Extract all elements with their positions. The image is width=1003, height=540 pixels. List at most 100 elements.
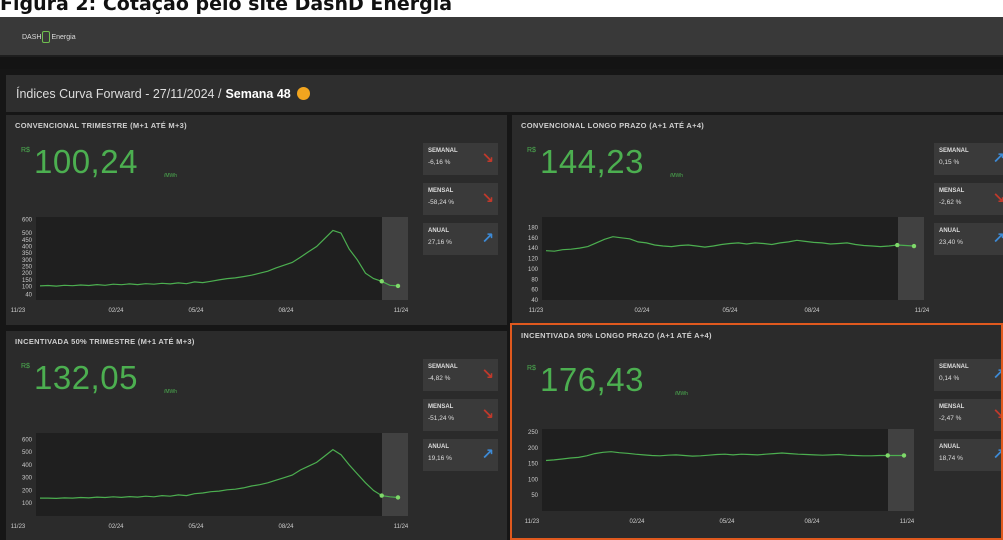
- y-tick-label: 350: [22, 251, 33, 257]
- y-tick-label: 140: [528, 246, 539, 252]
- stat-label: SEMANAL: [939, 148, 969, 154]
- figure-caption: Figura 2: Cotação pelo site DashD Energi…: [0, 0, 453, 15]
- y-tick-label: 100: [22, 285, 33, 291]
- currency-label: R$: [21, 363, 30, 370]
- y-tick-label: 300: [22, 476, 33, 482]
- price-chart: 40 60 80 100 120 140 160 180 11/23 02/24 05/24 08/2…: [528, 217, 930, 314]
- week-label: Semana 48: [225, 86, 291, 101]
- y-tick-label: 600: [22, 437, 33, 443]
- app-header: DASH Energia: [0, 17, 1003, 57]
- price-chart: 100 200 300 400 500 600 11/23 02/24 05/24 08/24 11…: [11, 433, 409, 530]
- price-unit: /MWh: [164, 389, 178, 395]
- y-tick-label: 160: [528, 236, 539, 242]
- currency-label: R$: [21, 147, 30, 154]
- y-tick-label: 500: [22, 231, 33, 237]
- price-unit: /MWh: [675, 391, 689, 397]
- arrow-up-icon: ↗: [992, 367, 1001, 382]
- arrow-down-icon: ↘: [992, 407, 1001, 422]
- currency-label: R$: [527, 365, 536, 372]
- arrow-up-icon: ↗: [992, 149, 1003, 167]
- x-tick-label: 08/24: [804, 519, 820, 525]
- x-tick-label: 05/24: [719, 519, 735, 525]
- x-tick-label: 02/24: [108, 524, 124, 530]
- plot-area: [542, 429, 914, 511]
- stat-weekly: SEMANAL -6,16 % ↘: [423, 143, 498, 175]
- stat-label: MENSAL: [939, 188, 965, 194]
- y-tick-label: 50: [531, 493, 538, 499]
- arrow-down-icon: ↘: [481, 189, 494, 207]
- logo-text-right: Energia: [51, 33, 76, 41]
- panel-convencional-trimestre: CONVENCIONAL TRIMESTRE (M+1 ATÉ M+3) R$ …: [6, 115, 507, 325]
- x-tick-label: 11/24: [394, 308, 409, 314]
- price-unit: /MWh: [670, 173, 684, 179]
- panel-title: INCENTIVADA 50% TRIMESTRE (M+1 ATÉ M+3): [15, 337, 195, 346]
- stat-label: SEMANAL: [428, 364, 458, 370]
- logo-text-left: DASH: [22, 33, 42, 41]
- y-tick-label: 180: [528, 225, 539, 231]
- stat-label: SEMANAL: [428, 148, 458, 154]
- forecast-band: [382, 433, 408, 516]
- stat-value: -6,16 %: [428, 159, 451, 166]
- stat-label: MENSAL: [939, 404, 965, 410]
- data-point: [379, 279, 384, 284]
- y-tick-label: 250: [528, 430, 539, 436]
- price-unit: /MWh: [164, 173, 178, 179]
- app-logo[interactable]: DASH Energia: [22, 29, 76, 45]
- x-tick-label: 11/23: [11, 524, 26, 530]
- y-tick-label: 100: [22, 501, 33, 507]
- price-chart: 50 100 150 200 250 11/23 02/24 05/24 08/24 11/24: [525, 429, 915, 525]
- price-value: 132,05: [34, 359, 138, 396]
- plot-area: [36, 433, 408, 516]
- stat-value: -4,82 %: [428, 375, 451, 382]
- stat-weekly: SEMANAL 0,14 % ↗: [934, 359, 1001, 391]
- stat-label: MENSAL: [428, 404, 454, 410]
- y-tick-label: 60: [531, 288, 538, 294]
- y-tick-label: 80: [531, 277, 538, 283]
- y-tick-label: 40: [25, 293, 32, 299]
- stat-label: SEMANAL: [939, 364, 969, 370]
- logo-mark-icon: [42, 31, 51, 43]
- page-title: Índices Curva Forward - 27/11/2024 /: [16, 86, 222, 101]
- forecast-band: [382, 217, 408, 300]
- x-tick-label: 08/24: [278, 308, 294, 314]
- x-tick-label: 05/24: [188, 308, 204, 314]
- y-tick-label: 100: [528, 477, 539, 483]
- panel-title: CONVENCIONAL LONGO PRAZO (A+1 ATÉ A+4): [521, 121, 705, 130]
- y-tick-label: 200: [22, 488, 33, 494]
- x-tick-label: 08/24: [278, 524, 294, 530]
- data-point: [911, 243, 917, 249]
- y-tick-label: 150: [528, 462, 539, 468]
- y-tick-label: 120: [528, 257, 539, 263]
- x-tick-label: 05/24: [722, 308, 738, 314]
- price-value: 176,43: [540, 361, 644, 398]
- arrow-down-icon: ↘: [992, 189, 1003, 207]
- data-point: [395, 283, 401, 289]
- x-tick-label: 05/24: [188, 524, 204, 530]
- stat-value: 0,14 %: [939, 375, 960, 382]
- panel-title: CONVENCIONAL TRIMESTRE (M+1 ATÉ M+3): [15, 121, 187, 130]
- data-point: [895, 242, 900, 248]
- panel-incentivada-longo-prazo[interactable]: INCENTIVADA 50% LONGO PRAZO (A+1 ATÉ A+4…: [510, 323, 1003, 540]
- stat-label: MENSAL: [428, 188, 454, 194]
- x-tick-label: 02/24: [629, 519, 645, 525]
- price-value: 144,23: [540, 143, 644, 180]
- stat-weekly: SEMANAL -4,82 % ↘: [423, 359, 498, 391]
- y-tick-label: 600: [22, 218, 33, 224]
- data-point: [379, 493, 384, 498]
- x-tick-label: 11/24: [900, 519, 915, 525]
- x-tick-label: 08/24: [804, 308, 820, 314]
- y-tick-label: 200: [528, 446, 539, 452]
- data-point: [885, 453, 890, 458]
- stat-value: 0,15 %: [939, 159, 960, 166]
- forecast-band: [888, 429, 914, 511]
- y-tick-label: 200: [22, 271, 33, 277]
- data-point: [901, 453, 907, 458]
- x-tick-label: 11/23: [11, 308, 26, 314]
- x-tick-label: 02/24: [108, 308, 124, 314]
- currency-label: R$: [527, 147, 536, 154]
- x-tick-label: 11/24: [394, 524, 409, 530]
- page-title-bar: Índices Curva Forward - 27/11/2024 / Sem…: [6, 75, 1003, 112]
- x-tick-label: 11/23: [529, 308, 544, 314]
- y-tick-label: 250: [22, 265, 33, 271]
- plot-area: [36, 217, 408, 300]
